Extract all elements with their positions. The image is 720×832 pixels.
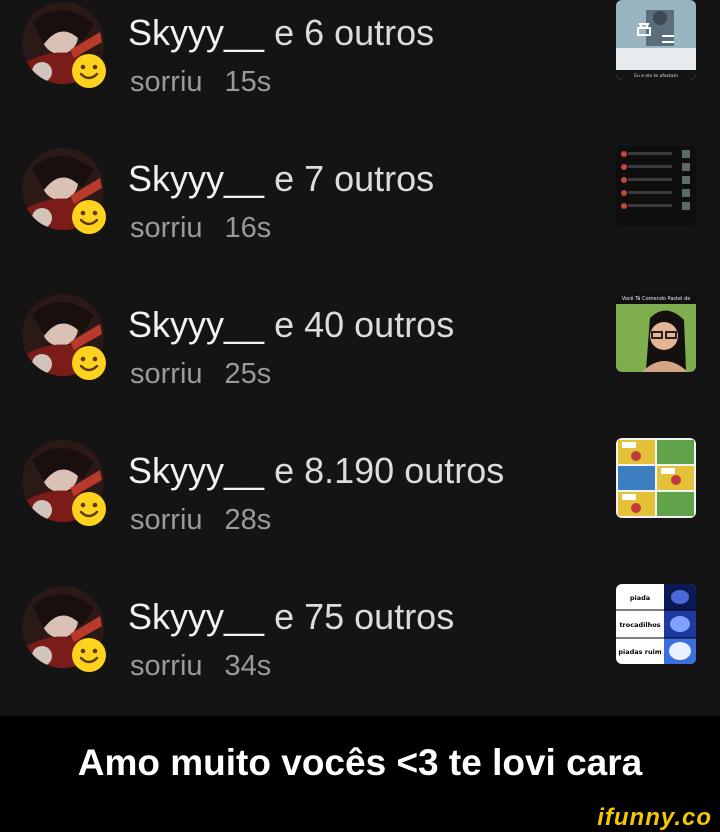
thumb-line: piada xyxy=(630,594,650,602)
others-count[interactable]: e 7 outros xyxy=(274,158,434,199)
notification-title: Skyyy__ e 6 outros xyxy=(128,12,434,54)
avatar-wrap xyxy=(22,2,108,88)
post-thumbnail[interactable]: piada trocadilhos piadas ruim xyxy=(616,584,696,664)
post-thumbnail[interactable]: Você Tá Comendo Pastel de xyxy=(616,292,696,372)
avatar-wrap xyxy=(22,148,108,234)
smile-emoji-icon xyxy=(70,636,108,674)
thumb-caption: Você Tá Comendo Pastel de xyxy=(622,295,691,302)
post-thumbnail[interactable]: Eu e ele te afastam xyxy=(616,0,696,80)
notification-title: Skyyy__ e 75 outros xyxy=(128,596,454,638)
notification-row[interactable]: Skyyy__ e 40 outros sorriu 25s Você Tá Co… xyxy=(0,292,720,438)
action-label: sorriu xyxy=(130,504,203,536)
others-count[interactable]: e 8.190 outros xyxy=(274,450,504,491)
others-count[interactable]: e 6 outros xyxy=(274,12,434,53)
notification-subtitle: sorriu 15s xyxy=(130,66,271,99)
notification-title: Skyyy__ e 7 outros xyxy=(128,158,434,200)
username-link[interactable]: Skyyy__ xyxy=(128,596,264,637)
action-label: sorriu xyxy=(130,66,203,98)
smile-emoji-icon xyxy=(70,344,108,382)
avatar-wrap xyxy=(22,440,108,526)
others-count[interactable]: e 40 outros xyxy=(274,304,454,345)
thumb-line: piadas ruim xyxy=(618,648,661,656)
notification-title: Skyyy__ e 40 outros xyxy=(128,304,454,346)
notification-subtitle: sorriu 28s xyxy=(130,504,271,537)
notification-row[interactable]: Skyyy__ e 8.190 outros sorriu 28s xyxy=(0,438,720,584)
ifunny-watermark: ifunny.co xyxy=(597,804,712,831)
meme-caption: Amo muito vocês <3 te lovi cara xyxy=(77,742,643,783)
username-link[interactable]: Skyyy__ xyxy=(128,304,264,345)
notification-row[interactable]: Skyyy__ e 6 outros sorriu 15s Eu e ele te… xyxy=(0,0,720,146)
smile-emoji-icon xyxy=(70,490,108,528)
caption-bar: Amo muito vocês <3 te lovi cara xyxy=(0,716,720,812)
footer: ifunny.co xyxy=(0,804,720,831)
username-link[interactable]: Skyyy__ xyxy=(128,450,264,491)
timestamp: 34s xyxy=(224,650,272,682)
post-thumbnail[interactable] xyxy=(616,438,696,518)
timestamp: 25s xyxy=(224,358,272,390)
notification-list: Skyyy__ e 6 outros sorriu 15s Eu e ele te… xyxy=(0,0,720,716)
post-thumbnail[interactable] xyxy=(616,146,696,226)
timestamp: 28s xyxy=(224,504,272,536)
notification-subtitle: sorriu 34s xyxy=(130,650,271,683)
action-label: sorriu xyxy=(130,212,203,244)
notification-row[interactable]: Skyyy__ e 75 outros sorriu 34s piada troc… xyxy=(0,584,720,716)
avatar-wrap xyxy=(22,586,108,672)
notification-subtitle: sorriu 16s xyxy=(130,212,271,245)
avatar-wrap xyxy=(22,294,108,380)
username-link[interactable]: Skyyy__ xyxy=(128,12,264,53)
notification-title: Skyyy__ e 8.190 outros xyxy=(128,450,504,492)
notification-subtitle: sorriu 25s xyxy=(130,358,271,391)
thumb-line: trocadilhos xyxy=(619,621,660,629)
others-count[interactable]: e 75 outros xyxy=(274,596,454,637)
smile-emoji-icon xyxy=(70,198,108,236)
action-label: sorriu xyxy=(130,358,203,390)
username-link[interactable]: Skyyy__ xyxy=(128,158,264,199)
timestamp: 15s xyxy=(224,66,272,98)
smile-emoji-icon xyxy=(70,52,108,90)
timestamp: 16s xyxy=(224,212,272,244)
notification-row[interactable]: Skyyy__ e 7 outros sorriu 16s xyxy=(0,146,720,292)
action-label: sorriu xyxy=(130,650,203,682)
thumb-caption: Eu e ele te afastam xyxy=(634,73,678,79)
